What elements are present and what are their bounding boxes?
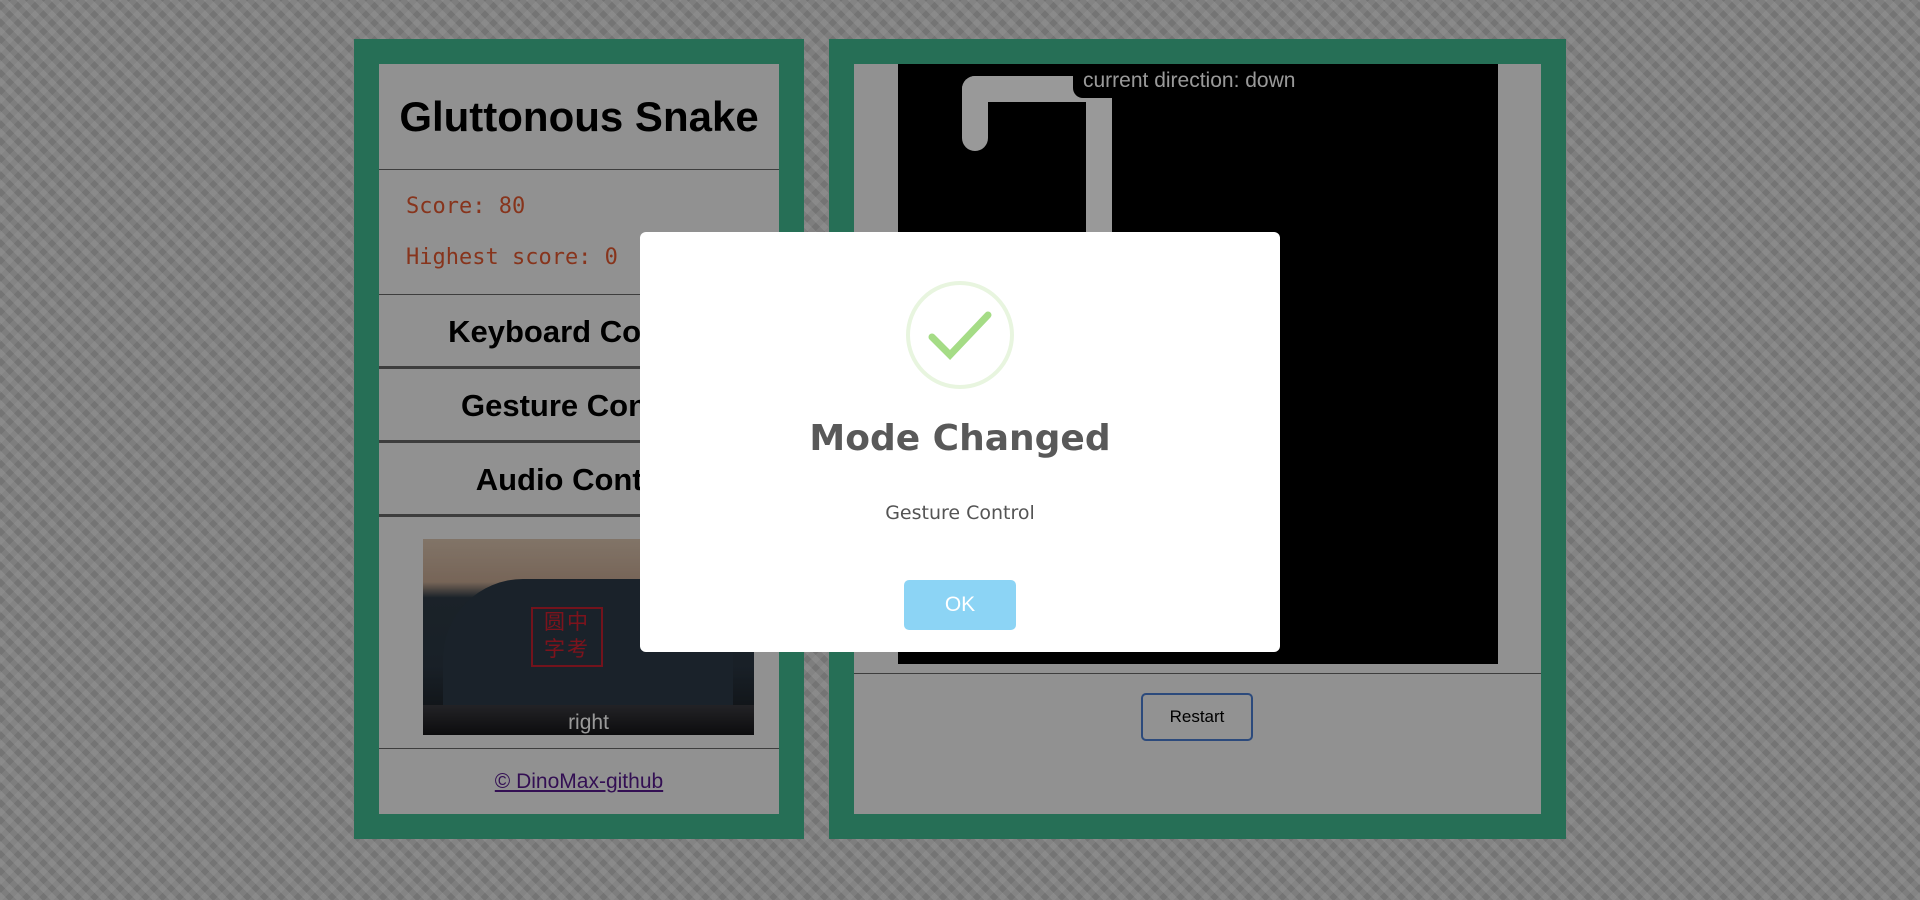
modal-title: Mode Changed — [809, 418, 1111, 459]
mode-changed-dialog: Mode Changed Gesture Control OK — [640, 232, 1280, 652]
ok-button[interactable]: OK — [904, 580, 1016, 630]
modal-text: Gesture Control — [885, 502, 1035, 524]
checkmark-icon — [906, 281, 1014, 389]
